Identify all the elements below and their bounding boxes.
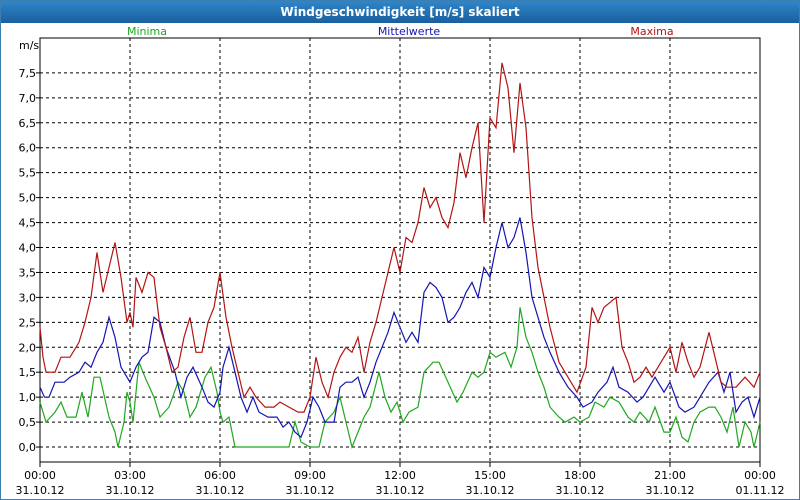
x-tick-time: 06:00 <box>204 469 236 482</box>
x-tick-date: 31.10.12 <box>286 484 335 497</box>
x-tick-time: 03:00 <box>114 469 146 482</box>
x-tick-date: 31.10.12 <box>466 484 515 497</box>
y-tick-label: 1,0 <box>19 391 37 404</box>
x-tick-time: 12:00 <box>384 469 416 482</box>
grid-lines <box>36 38 761 467</box>
wind-speed-chart: m/s 0,0 0,5 1,0 1,5 2,0 2,5 3,0 3,5 4,0 4,5 5,0 5,5… <box>16 25 785 497</box>
legend-item-maxima: Maxima <box>630 25 673 38</box>
x-tick-date: 31.10.12 <box>16 484 65 497</box>
y-tick-label: 0,0 <box>19 441 37 454</box>
y-tick-label: 7,0 <box>19 92 37 105</box>
y-tick-label: 2,5 <box>19 316 37 329</box>
x-tick-time: 00:00 <box>24 469 56 482</box>
y-tick-label: 2,0 <box>19 341 37 354</box>
y-tick-label: 3,0 <box>19 291 37 304</box>
y-tick-label: 1,5 <box>19 366 37 379</box>
y-tick-label: 3,5 <box>19 266 37 279</box>
x-tick-labels: 00:00 31.10.12 03:00 31.10.12 06:00 31.10.12 0… <box>16 469 785 497</box>
y-tick-label: 6,0 <box>19 142 37 155</box>
y-tick-label: 5,0 <box>19 192 37 205</box>
x-tick-time: 00:00 <box>744 469 776 482</box>
legend: Minima Mittelwerte Maxima <box>127 25 674 38</box>
x-tick-time: 15:00 <box>474 469 506 482</box>
y-tick-labels: 0,0 0,5 1,0 1,5 2,0 2,5 3,0 3,5 4,0 4,5 5,0 5,5 6,0 6… <box>19 67 37 454</box>
y-tick-label: 6,5 <box>19 117 37 130</box>
x-tick-time: 09:00 <box>294 469 326 482</box>
y-tick-label: 5,5 <box>19 167 37 180</box>
y-tick-label: 7,5 <box>19 67 37 80</box>
x-tick-date: 31.10.12 <box>646 484 695 497</box>
x-tick-date: 31.10.12 <box>556 484 605 497</box>
x-tick-time: 18:00 <box>564 469 596 482</box>
y-axis-label: m/s <box>19 39 39 52</box>
x-tick-date: 31.10.12 <box>106 484 155 497</box>
x-tick-time: 21:00 <box>654 469 686 482</box>
y-tick-label: 4,0 <box>19 242 37 255</box>
x-tick-date: 01.11.12 <box>736 484 785 497</box>
legend-item-minima: Minima <box>127 25 167 38</box>
legend-item-mittelwerte: Mittelwerte <box>378 25 441 38</box>
x-tick-date: 31.10.12 <box>376 484 425 497</box>
y-tick-label: 4,5 <box>19 217 37 230</box>
y-tick-label: 0,5 <box>19 416 37 429</box>
x-tick-date: 31.10.12 <box>196 484 245 497</box>
